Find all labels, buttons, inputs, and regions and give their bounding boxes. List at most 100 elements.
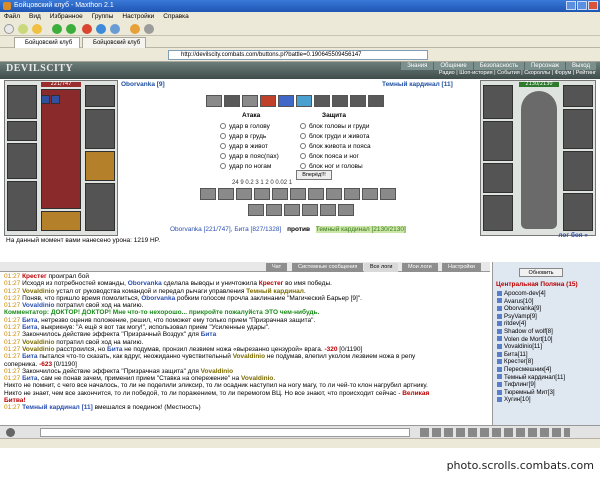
radio-icon[interactable] [300,163,306,170]
chat-toolbar-icons[interactable] [420,428,570,437]
user-name[interactable]: Apocom-dev[4] [504,290,546,297]
menu-view[interactable]: Вид [29,12,41,22]
game-sub-menu[interactable]: Радио | Шоп-история | События | Скороллы… [439,70,596,76]
chat-nickname[interactable]: Бита [22,317,37,324]
combo-slot-3[interactable] [236,188,252,200]
left-slot-shield[interactable] [85,151,115,181]
chat-timestamp[interactable]: 01:27 [4,375,22,382]
user-list-item[interactable]: Oborvanka[9] [497,305,600,313]
tab-all-logs[interactable]: Все логи [364,263,399,272]
spell-slot-4[interactable] [260,95,276,107]
right-slot-helm[interactable] [483,85,513,119]
user-list-item[interactable]: Темный кардинал[11] [497,374,600,382]
menu-communication[interactable]: Общение [433,62,473,70]
user-list-item[interactable]: Тюремный Мит[3] [497,389,600,397]
user-list-item[interactable]: Хугин[10] [497,396,600,404]
combo-slot-14[interactable] [284,204,300,216]
new-page-icon[interactable] [4,24,14,34]
user-list-item[interactable]: Тифлинг[9] [497,381,600,389]
attack-option-legs[interactable]: удар по ногам [220,162,300,172]
chat-nickname[interactable]: Vovaldinio [22,346,54,353]
right-slot-weapon[interactable] [483,121,513,161]
radio-icon[interactable] [220,133,226,140]
combo-slot-10[interactable] [362,188,378,200]
chat-nickname[interactable]: Темный кардинал [11] [22,404,93,411]
spell-slot-1[interactable] [206,95,222,107]
user-name[interactable]: Хугин[10] [504,396,531,403]
address-input[interactable]: http://devilscity.combats.com/buttons.pl… [168,50,428,60]
tab-chat[interactable]: Чат [266,263,288,272]
left-effect-icon-1[interactable] [41,95,50,104]
right-slot-shield[interactable] [563,151,593,191]
spell-slot-5[interactable] [278,95,294,107]
chat-timestamp[interactable]: 01:27 [4,273,22,280]
chat-nickname[interactable]: Бита [22,324,37,331]
user-list-item[interactable]: Vovaldinio[11] [497,343,600,351]
browser-tab-2[interactable]: Бойцовский клуб [82,37,146,48]
tab-settings[interactable]: Настройки [442,263,481,272]
spell-slot-7[interactable] [314,95,330,107]
radio-icon[interactable] [300,143,306,150]
combo-slot-13[interactable] [266,204,282,216]
user-name[interactable]: Volen de Mort[10] [504,336,553,343]
combo-slot-6[interactable] [290,188,306,200]
user-name[interactable]: Vovaldinio[11] [504,343,542,350]
combo-slot-5[interactable] [272,188,288,200]
chat-mode-icon[interactable] [6,428,15,437]
combo-slot-12[interactable] [248,204,264,216]
right-slot-armor[interactable] [483,163,513,193]
user-name[interactable]: ritdev[4] [504,320,526,327]
chat-timestamp[interactable]: 01:27 [4,331,22,338]
back-icon[interactable] [52,24,62,34]
open-icon[interactable] [18,24,28,34]
left-effect-icon-2[interactable] [51,95,60,104]
user-name[interactable]: Shadow of wolf[8] [504,328,553,335]
user-list-item[interactable]: ritdev[4] [497,320,600,328]
radio-icon[interactable] [220,153,226,160]
user-name[interactable]: Бита[11] [504,351,528,358]
chat-nickname[interactable]: Крестег [22,273,47,280]
radio-icon[interactable] [220,143,226,150]
forward-icon[interactable] [66,24,76,34]
chat-nickname[interactable]: -320 [324,346,337,353]
menu-file[interactable]: Файл [4,12,20,22]
defense-option-3[interactable]: блок живота и пояса [300,142,392,152]
left-slot-weapon[interactable] [7,143,37,179]
chat-timestamp[interactable]: 01:27 [4,295,22,302]
refresh-icon[interactable] [96,24,106,34]
left-fighter-name[interactable]: Oborvanka [9] [121,81,165,88]
user-name[interactable]: Темный кардинал[11] [504,374,565,381]
radio-icon[interactable] [220,123,226,130]
chat-timestamp[interactable]: 01:27 [4,288,22,295]
right-slot-boots[interactable] [563,193,593,231]
chat-timestamp[interactable]: 01:27 [4,280,22,287]
user-name[interactable]: Крестег[8] [504,358,533,365]
game-logo[interactable]: DEVILSCITY [6,63,73,74]
attack-option-chest[interactable]: удар в грудь [220,132,300,142]
spell-slot-2[interactable] [224,95,240,107]
minimize-button[interactable] [566,1,576,10]
user-name[interactable]: Тифлинг[9] [504,381,536,388]
chat-timestamp[interactable]: 01:27 [4,346,22,353]
radio-icon[interactable] [220,163,226,170]
menu-favorites[interactable]: Избранное [50,12,83,22]
chat-nickname[interactable]: Vovaldinio [201,368,233,375]
left-slot-armor[interactable] [7,181,37,231]
chat-nickname[interactable]: Бита [201,331,216,338]
combo-slot-15[interactable] [302,204,318,216]
left-slot-amulet[interactable] [7,121,37,141]
chat-timestamp[interactable]: 01:27 [4,324,22,331]
spell-slot-8[interactable] [332,95,348,107]
chat-nickname[interactable]: Битва! [4,397,26,404]
menu-knowledge[interactable]: Знания [400,62,434,70]
user-name[interactable]: Пересмешник[4] [504,366,551,373]
radio-icon[interactable] [300,153,306,160]
user-name[interactable]: Тюремный Мит[3] [504,389,555,396]
vs-right-team[interactable]: Темный кардинал [2130/2130] [315,226,406,233]
right-fighter-name[interactable]: Темный кардинал [11] [382,81,453,88]
user-list-item[interactable]: Бита[11] [497,351,600,359]
left-slot-ring1[interactable] [85,85,115,107]
combo-slot-1[interactable] [200,188,216,200]
left-character-image[interactable] [41,89,81,209]
chat-nickname[interactable]: -623 [39,361,52,368]
